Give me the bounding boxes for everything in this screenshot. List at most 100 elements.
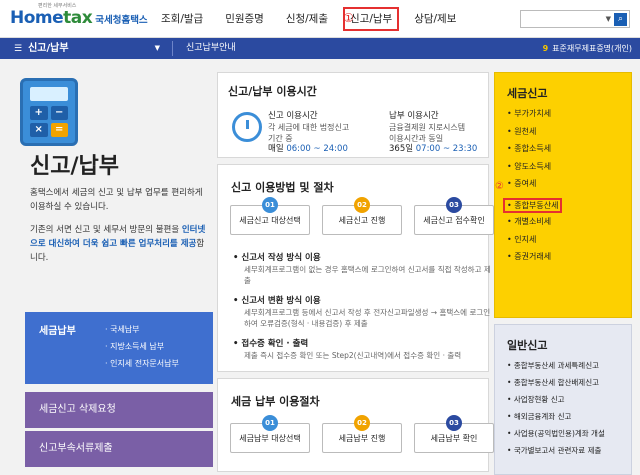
logo-subtitle: 국세청홈택스 (95, 15, 148, 26)
step-label: 세금납부 대상선택 (239, 434, 301, 443)
payment-hours-range: 07:00 ~ 23:30 (415, 144, 478, 154)
menu-icon: ☰ (14, 44, 23, 54)
report-hours-time: 매일 06:00 ~ 24:00 (268, 144, 349, 155)
report-hours: 신고 이용시간 각 세금에 대한 법정신고 기간 중 매일 06:00 ~ 24… (268, 111, 349, 155)
search-icon[interactable]: ⌕ (614, 13, 627, 26)
link-capital-gains-tax[interactable]: 양도소득세 (507, 158, 562, 176)
payment-hours-days: 365일 (389, 144, 416, 154)
nav-subpage[interactable]: 신고납부안내 (172, 38, 236, 59)
report-hours-range: 06:00 ~ 24:00 (286, 144, 348, 154)
link-national-tax-pay[interactable]: · 국세납부 (105, 321, 179, 338)
plus-key: + (30, 106, 48, 120)
step-number-badge: 01 (262, 415, 278, 431)
annotation-marker-2: ② (495, 181, 504, 192)
delete-request-button[interactable]: 세금신고 삭제요청 (25, 392, 213, 428)
report-hours-desc-2: 기간 중 (268, 134, 293, 143)
step-label: 세금납부 진행 (338, 434, 386, 443)
step-pay-select[interactable]: 01 세금납부 대상선택 (230, 415, 310, 453)
payment-steps: 01 세금납부 대상선택 02 세금납부 진행 03 세금납부 확인 (230, 415, 494, 453)
intro-description: 홈택스에서 세금의 신고 및 납부 업무를 편리하게 이용하실 수 있습니다. (30, 188, 203, 212)
link-comprehensive-real-estate-tax[interactable]: 종합부동산세 (503, 197, 563, 213)
link-income-tax[interactable]: 종합소득세 (507, 140, 562, 158)
nav-shortcut-label: 표준재무제표증명(개인) (552, 44, 632, 53)
method-write-desc: 세무회계프로그램이 없는 경우 홈택스에 로그인하여 신고서를 직접 작성하고 … (244, 265, 491, 285)
link-withholding-tax[interactable]: 원천세 (507, 123, 562, 141)
link-business-account-open[interactable]: 사업용(공익법인용)계좌 개설 (507, 425, 605, 442)
payment-hours-desc-2: 이용시간과 동일 (389, 134, 444, 143)
tax-payment-panel: 세금납부 · 국세납부 · 지방소득세 납부 · 인지세 전자문서납부 (25, 312, 213, 384)
payment-procedure-card: 세금 납부 이용절차 01 세금납부 대상선택 02 세금납부 진행 03 세금납부 … (217, 378, 494, 472)
calculator-screen (30, 87, 68, 101)
link-business-status-report[interactable]: 사업장현황 신고 (507, 391, 605, 408)
step-number-badge: 02 (354, 415, 370, 431)
menu-application[interactable]: 신청/제출 (275, 0, 339, 38)
chevron-down-icon[interactable]: ▼ (606, 15, 611, 23)
menu-inquiry[interactable]: 조회/발급 (150, 0, 214, 38)
step-report-progress[interactable]: 02 세금신고 진행 (322, 197, 402, 235)
link-vat[interactable]: 부가가치세 (507, 105, 562, 123)
step-label: 세금납부 확인 (430, 434, 478, 443)
attachment-submit-button[interactable]: 신고부속서류제출 (25, 431, 213, 467)
intro-description-2: 기존의 서면 신고 및 세무서 방문의 불편을 인터넷으로 대신하여 더욱 쉽고… (30, 223, 210, 265)
menu-consult[interactable]: 상담/제보 (403, 0, 467, 38)
tax-report-list: 부가가치세 원천세 종합소득세 양도소득세 증여세 종합부동산세 개별소비세 인… (503, 105, 563, 266)
step-report-select[interactable]: 01 세금신고 대상선택 (230, 197, 310, 235)
link-stamp-tax-pay[interactable]: · 인지세 전자문서납부 (105, 355, 179, 372)
report-hours-heading: 신고 이용시간 (268, 111, 318, 121)
link-stamp-tax[interactable]: 인지세 (507, 231, 562, 249)
general-report-panel: 일반신고 종합부동산세 과세특례신고 종합부동산세 합산배제신고 사업장현황 신… (494, 324, 632, 475)
step-pay-progress[interactable]: 02 세금납부 진행 (322, 415, 402, 453)
service-hours-card: 신고/납부 이용시간 신고 이용시간 각 세금에 대한 법정신고 기간 중 매일… (217, 72, 489, 158)
link-excise-tax[interactable]: 개별소비세 (507, 213, 562, 231)
payment-procedure-title: 세금 납부 이용절차 (231, 395, 320, 408)
step-report-confirm[interactable]: 03 세금신고 접수확인 (414, 197, 494, 235)
clock-icon (232, 112, 262, 142)
nav-shortcut-number: 9 (542, 44, 549, 53)
equals-key: = (50, 123, 68, 137)
report-hours-desc: 각 세금에 대한 법정신고 (268, 123, 350, 132)
calculator-icon: + − × = (20, 78, 78, 146)
method-convert-desc: 세무회계프로그램 등에서 신고서 작성 후 전자신고파일생성 → 홈택스에 로그… (244, 308, 491, 328)
link-real-estate-special-report[interactable]: 종합부동산세 과세특례신고 (507, 357, 605, 374)
tax-report-panel: 세금신고 부가가치세 원천세 종합소득세 양도소득세 증여세 종합부동산세 개별… (494, 72, 632, 318)
tax-payment-title[interactable]: 세금납부 (39, 322, 76, 337)
link-securities-tax[interactable]: 증권거래세 (507, 248, 562, 266)
nav-shortcut[interactable]: 9 표준재무제표증명(개인) (543, 38, 632, 59)
method-write-heading: 신고서 작성 방식 이용 (233, 251, 320, 263)
link-country-report-submit[interactable]: 국가별보고서 관련자료 제출 (507, 442, 605, 459)
logo-brand-tax: tax (63, 8, 93, 28)
report-method-title: 신고 이용방법 및 절차 (231, 181, 334, 194)
sub-navbar: ☰ 신고/납부 ▼ 신고납부안내 9 표준재무제표증명(개인) (0, 38, 640, 59)
step-number-badge: 02 (354, 197, 370, 213)
link-foreign-account-report[interactable]: 해외금융계좌 신고 (507, 408, 605, 425)
link-local-income-tax-pay[interactable]: · 지방소득세 납부 (105, 338, 179, 355)
page-title: 신고/납부 (30, 154, 119, 179)
intro-desc2-text: 기존의 서면 신고 및 세무서 방문의 불편을 (30, 225, 182, 235)
times-key: × (30, 123, 48, 137)
payment-hours: 납부 이용시간 금융결제원 지로시스템 이용시간과 동일 365일 07:00 … (389, 111, 477, 155)
menu-certificate[interactable]: 민원증명 (214, 0, 275, 38)
receipt-heading: 접수증 확인 · 출력 (233, 337, 308, 349)
link-real-estate-exclusion-report[interactable]: 종합부동산세 합산배제신고 (507, 374, 605, 391)
top-bar: 편리한 세무서비스 Hometax 국세청홈택스 조회/발급 민원증명 신청/제… (0, 0, 640, 38)
main-menu: 조회/발급 민원증명 신청/제출 신고/납부 상담/제보 (150, 0, 467, 38)
report-steps: 01 세금신고 대상선택 02 세금신고 진행 03 세금신고 접수확인 (230, 197, 494, 235)
nav-section-select[interactable]: ☰ 신고/납부 ▼ (0, 38, 170, 59)
step-number-badge: 03 (446, 197, 462, 213)
caret-down-icon: ▼ (154, 44, 160, 52)
general-report-title: 일반신고 (507, 339, 548, 352)
payment-hours-desc: 금융결제원 지로시스템 (389, 123, 466, 132)
step-number-badge: 03 (446, 415, 462, 431)
hometax-logo[interactable]: 편리한 세무서비스 Hometax 국세청홈택스 (10, 3, 148, 28)
step-label: 세금신고 접수확인 (423, 216, 485, 225)
search-input[interactable]: ▼ ⌕ (520, 10, 630, 28)
logo-brand-home: Home (10, 8, 64, 28)
payment-hours-time: 365일 07:00 ~ 23:30 (389, 144, 477, 155)
receipt-desc: 제출 즉시 접수증 확인 또는 Step2(신고내역)에서 접수증 확인 · 출… (244, 351, 462, 360)
logo-tagline: 편리한 세무서비스 (38, 3, 77, 9)
link-gift-tax[interactable]: 증여세 (507, 175, 562, 193)
step-pay-confirm[interactable]: 03 세금납부 확인 (414, 415, 494, 453)
logo-brand: Hometax (10, 8, 93, 28)
report-method-card: 신고 이용방법 및 절차 01 세금신고 대상선택 02 세금신고 진행 03 세금신… (217, 164, 494, 372)
step-label: 세금신고 대상선택 (239, 216, 301, 225)
